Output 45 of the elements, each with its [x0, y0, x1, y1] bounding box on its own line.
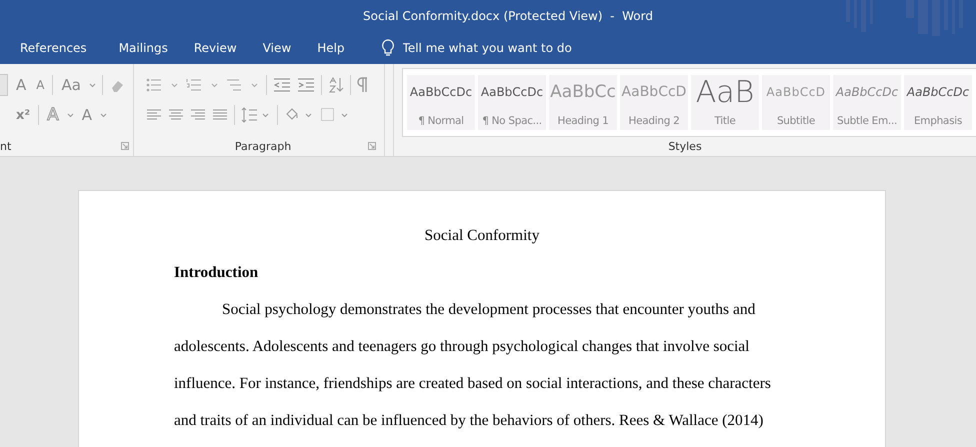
caret-icon — [88, 82, 96, 88]
dialog-launcher-icon[interactable] — [121, 142, 130, 150]
style-preset[interactable]: AaBbCcDc Emphasis — [904, 75, 972, 130]
ribbon-tab[interactable]: Mailings — [108, 37, 178, 59]
sort-icon[interactable] — [328, 77, 344, 93]
group-label: nt — [0, 140, 12, 152]
bullet-list-icon[interactable] — [146, 78, 180, 92]
style-preset[interactable]: AaBbCcDc ¶ Normal — [407, 75, 475, 130]
ribbon-tab[interactable]: Help — [307, 37, 355, 59]
numbered-list-icon[interactable] — [186, 78, 220, 92]
style-preset[interactable]: AaBbCcD Subtitle — [762, 75, 830, 130]
borders-icon[interactable] — [320, 107, 350, 123]
increase-indent-icon[interactable] — [297, 78, 316, 92]
caret-icon — [100, 112, 107, 118]
style-preset[interactable]: AaBbCcDc ¶ No Spac... — [478, 75, 546, 130]
decrease-indent-icon[interactable] — [273, 78, 292, 92]
window-title: Social Conformity.docx (Protected View) - Word — [363, 9, 653, 23]
line-spacing-icon[interactable] — [241, 107, 272, 123]
lightbulb-icon — [380, 39, 395, 57]
caret-icon — [66, 112, 74, 118]
ribbon-tab[interactable]: View — [252, 37, 302, 59]
ribbon-tab[interactable]: References — [10, 37, 97, 59]
group-label: Styles — [668, 140, 702, 153]
body-paragraph: Social psychology demonstrates the development processes that encounter youths and adolescents. Adolescents and teenagers go through psychological changes that involve social influence. For instance, friendships are created based on social interactions, and these characters and traits of an individual can be influenced by the behaviors of others. Rees & Wallace (2014) — [174, 300, 772, 431]
style-preset[interactable]: AaBbCcDc Subtle Em... — [833, 75, 901, 130]
group-label: Paragraph — [234, 140, 292, 152]
shrink-font-button[interactable]: A — [34, 78, 46, 92]
multilevel-list-icon[interactable] — [226, 78, 260, 92]
ribbon-tab[interactable]: Review — [184, 37, 247, 59]
align-left-icon[interactable] — [146, 109, 162, 121]
font-color-button[interactable]: A — [80, 106, 94, 124]
style-preset[interactable]: AaBbCcD Heading 2 — [620, 75, 688, 130]
pilcrow-icon[interactable] — [357, 77, 370, 93]
document-title: Social Conformity — [424, 226, 540, 246]
grow-font-button[interactable]: A — [14, 76, 28, 94]
tell-me-search-field[interactable]: Tell me what you want to do — [400, 40, 625, 56]
align-center-icon[interactable] — [168, 109, 184, 121]
justify-icon[interactable] — [212, 109, 228, 121]
style-preset[interactable]: AaB Title — [691, 75, 759, 130]
style-preset[interactable]: AaBbCc Heading 1 — [549, 75, 617, 130]
dialog-launcher-icon[interactable] — [368, 142, 376, 150]
align-right-icon[interactable] — [190, 109, 206, 121]
superscript-button[interactable]: x² — [0, 108, 32, 122]
change-case-button[interactable]: Aa — [59, 76, 83, 94]
section-heading: Introduction — [174, 263, 260, 283]
